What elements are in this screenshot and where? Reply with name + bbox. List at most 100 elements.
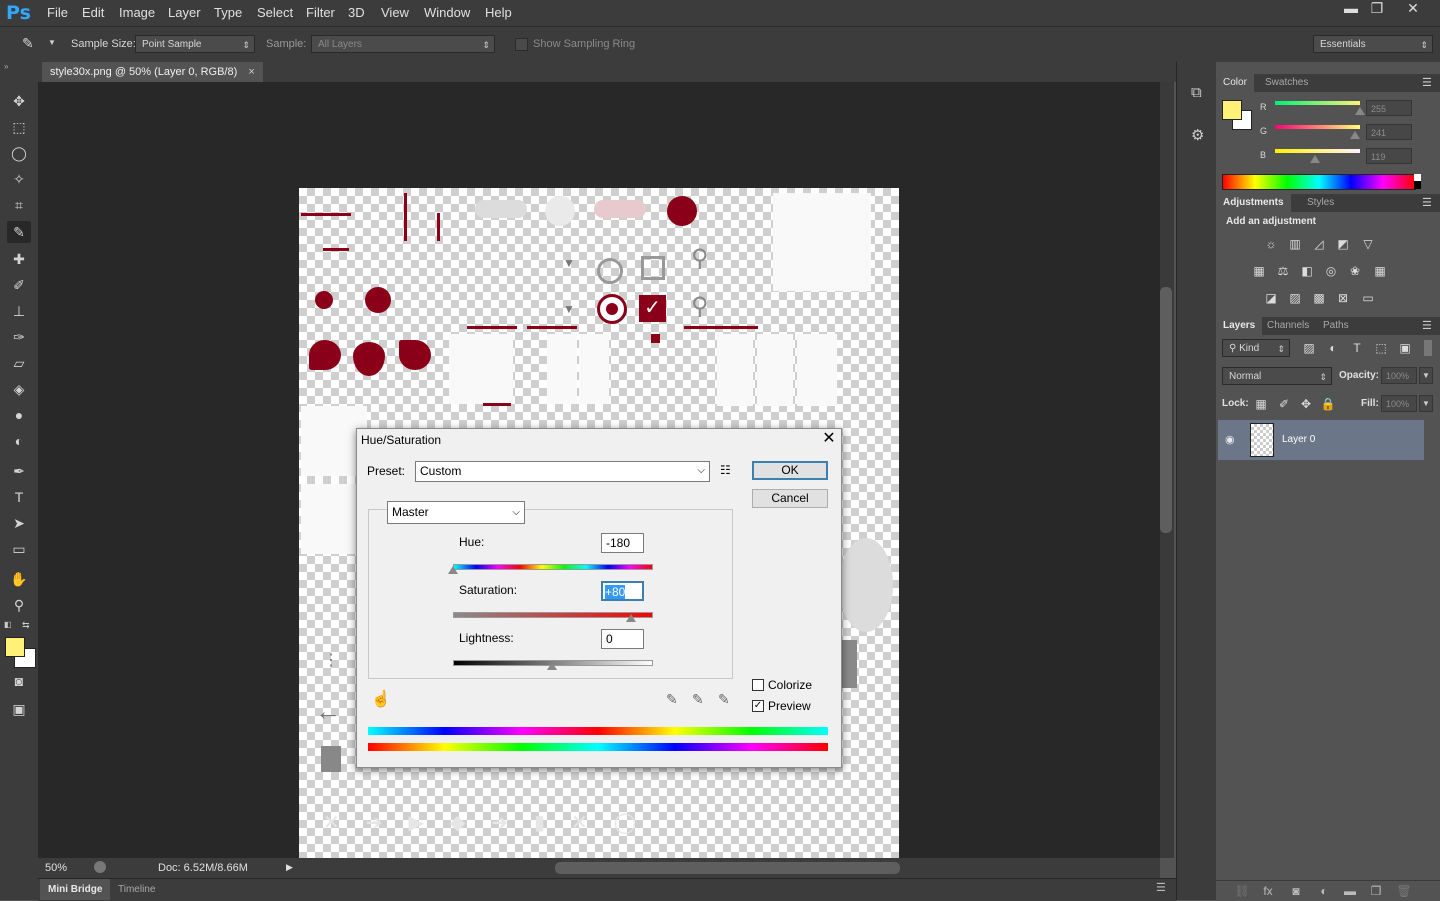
sample-select[interactable]: All Layers ⇕	[311, 35, 495, 53]
color-lookup-icon[interactable]: ▦	[1372, 264, 1388, 278]
channel-g-slider[interactable]	[1275, 125, 1360, 129]
workspace-select[interactable]: Essentials ⇕	[1313, 35, 1433, 53]
blur-tool-icon[interactable]: ●	[7, 404, 31, 426]
eraser-tool-icon[interactable]: ▱	[7, 352, 31, 374]
curves-icon[interactable]: ◿	[1311, 237, 1327, 251]
path-selection-tool-icon[interactable]: ➤	[7, 512, 31, 534]
tab-channels[interactable]: Channels	[1260, 317, 1316, 335]
filter-toggle-switch[interactable]	[1424, 340, 1432, 356]
layer-name[interactable]: Layer 0	[1282, 434, 1315, 445]
type-tool-icon[interactable]: T	[7, 486, 31, 508]
color-panel-foreground-swatch[interactable]	[1222, 100, 1242, 120]
filter-pixel-icon[interactable]: ▨	[1301, 341, 1317, 355]
cancel-button[interactable]: Cancel	[752, 489, 828, 508]
lightness-input[interactable]: 0	[601, 629, 644, 649]
panel-menu-icon[interactable]: ☰	[1156, 881, 1166, 894]
posterize-icon[interactable]: ▨	[1287, 291, 1303, 305]
preview-checkbox[interactable]: ✓	[752, 700, 764, 712]
dialog-close-icon[interactable]: ✕	[819, 429, 839, 449]
status-info-icon[interactable]	[94, 861, 106, 873]
sample-size-select[interactable]: Point Sample ⇕	[135, 35, 255, 53]
channel-b-slider[interactable]	[1275, 149, 1360, 153]
tab-layers[interactable]: Layers	[1216, 317, 1263, 335]
hue-slider[interactable]	[453, 564, 653, 570]
lasso-tool-icon[interactable]: ◯	[7, 142, 31, 164]
lock-image-icon[interactable]: ✐	[1276, 397, 1292, 411]
vertical-scroll-thumb[interactable]	[1160, 287, 1172, 533]
layer-style-icon[interactable]: fx	[1260, 884, 1276, 898]
brush-tool-icon[interactable]: ✐	[7, 274, 31, 296]
gradient-map-icon[interactable]: ▭	[1360, 291, 1376, 305]
channel-g-thumb[interactable]	[1350, 131, 1361, 139]
channel-r-thumb[interactable]	[1355, 107, 1365, 115]
tab-timeline[interactable]: Timeline	[118, 879, 155, 900]
status-menu-arrow-icon[interactable]: ▶	[286, 862, 293, 873]
lightness-slider-thumb[interactable]	[547, 662, 557, 670]
history-brush-tool-icon[interactable]: ✑	[7, 326, 31, 348]
panel-menu-icon[interactable]: ☰	[1422, 319, 1432, 332]
properties-panel-icon[interactable]: ⚙	[1191, 126, 1204, 144]
filter-type-icon[interactable]: T	[1349, 341, 1365, 355]
menu-filter[interactable]: Filter	[306, 5, 335, 20]
eyedropper-icon[interactable]: ✎	[666, 691, 678, 708]
crop-tool-icon[interactable]: ⌗	[7, 194, 31, 216]
clone-stamp-tool-icon[interactable]: ⊥	[7, 300, 31, 322]
add-mask-icon[interactable]: ◙	[1288, 884, 1304, 898]
opacity-value[interactable]: 100%	[1381, 367, 1417, 384]
channel-r-slider[interactable]	[1275, 101, 1360, 105]
tab-swatches[interactable]: Swatches	[1258, 74, 1315, 92]
menu-view[interactable]: View	[381, 5, 409, 20]
menu-type[interactable]: Type	[214, 5, 242, 20]
selective-color-icon[interactable]: ⊠	[1335, 291, 1351, 305]
exposure-icon[interactable]: ◩	[1335, 237, 1351, 251]
filter-smart-object-icon[interactable]: ▣	[1397, 341, 1413, 355]
paint-bucket-tool-icon[interactable]: ◈	[7, 378, 31, 400]
zoom-level[interactable]: 50%	[45, 862, 67, 874]
marquee-tool-icon[interactable]: ⬚	[7, 116, 31, 138]
default-colors-icon[interactable]: ◧	[4, 620, 12, 629]
eyedropper-tool-icon[interactable]: ✎	[22, 35, 34, 52]
dodge-tool-icon[interactable]: ◐	[7, 430, 31, 452]
document-tab[interactable]: style30x.png @ 50% (Layer 0, RGB/8) ×	[42, 62, 263, 82]
new-layer-icon[interactable]: ❐	[1368, 884, 1384, 898]
spectrum-white-chip[interactable]	[1414, 174, 1421, 181]
menu-select[interactable]: Select	[257, 5, 293, 20]
menu-window[interactable]: Window	[424, 5, 470, 20]
menu-file[interactable]: File	[47, 5, 68, 20]
hue-saturation-icon[interactable]: ▦	[1251, 264, 1267, 278]
tab-styles[interactable]: Styles	[1300, 194, 1341, 212]
lock-transparent-icon[interactable]: ▦	[1253, 397, 1269, 411]
vibrance-icon[interactable]: ▽	[1360, 237, 1376, 251]
history-panel-icon[interactable]: ⧉	[1191, 84, 1202, 101]
panel-menu-icon[interactable]: ☰	[1422, 76, 1432, 89]
targeted-adjustment-hand-icon[interactable]: ☝	[371, 689, 391, 709]
magic-wand-tool-icon[interactable]: ✧	[7, 168, 31, 190]
new-adjustment-layer-icon[interactable]: ◐	[1316, 884, 1332, 898]
saturation-input[interactable]: +80	[601, 581, 644, 601]
black-white-icon[interactable]: ◧	[1299, 264, 1315, 278]
collapse-toolbar-icon[interactable]: »	[4, 62, 8, 71]
tab-adjustments[interactable]: Adjustments	[1216, 194, 1291, 212]
saturation-slider[interactable]	[453, 612, 653, 618]
menu-3d[interactable]: 3D	[348, 5, 365, 20]
layer-filter-select[interactable]: ⚲ Kind ⇕	[1222, 339, 1290, 357]
brightness-contrast-icon[interactable]: ☼	[1263, 237, 1279, 251]
preset-select[interactable]: Custom ⌵	[415, 461, 710, 482]
color-balance-icon[interactable]: ⚖	[1275, 264, 1291, 278]
tab-paths[interactable]: Paths	[1316, 317, 1356, 335]
photo-filter-icon[interactable]: ◎	[1323, 264, 1339, 278]
channel-b-thumb[interactable]	[1309, 155, 1320, 163]
tab-color[interactable]: Color	[1216, 74, 1254, 92]
swap-colors-icon[interactable]: ⇆	[22, 620, 30, 631]
layer-thumbnail[interactable]	[1250, 423, 1274, 457]
channel-select[interactable]: Master ⌵	[387, 501, 525, 524]
foreground-color-swatch[interactable]	[5, 637, 25, 657]
spectrum-black-chip[interactable]	[1414, 181, 1421, 189]
blend-mode-select[interactable]: Normal ⇕	[1222, 367, 1332, 385]
saturation-slider-thumb[interactable]	[626, 614, 637, 622]
zoom-tool-icon[interactable]: ⚲	[7, 594, 31, 616]
colorize-checkbox[interactable]	[752, 679, 764, 691]
filter-adjustment-icon[interactable]: ◐	[1325, 341, 1341, 355]
fill-dropdown-icon[interactable]: ▼	[1419, 395, 1433, 412]
healing-brush-tool-icon[interactable]: ✚	[7, 248, 31, 270]
